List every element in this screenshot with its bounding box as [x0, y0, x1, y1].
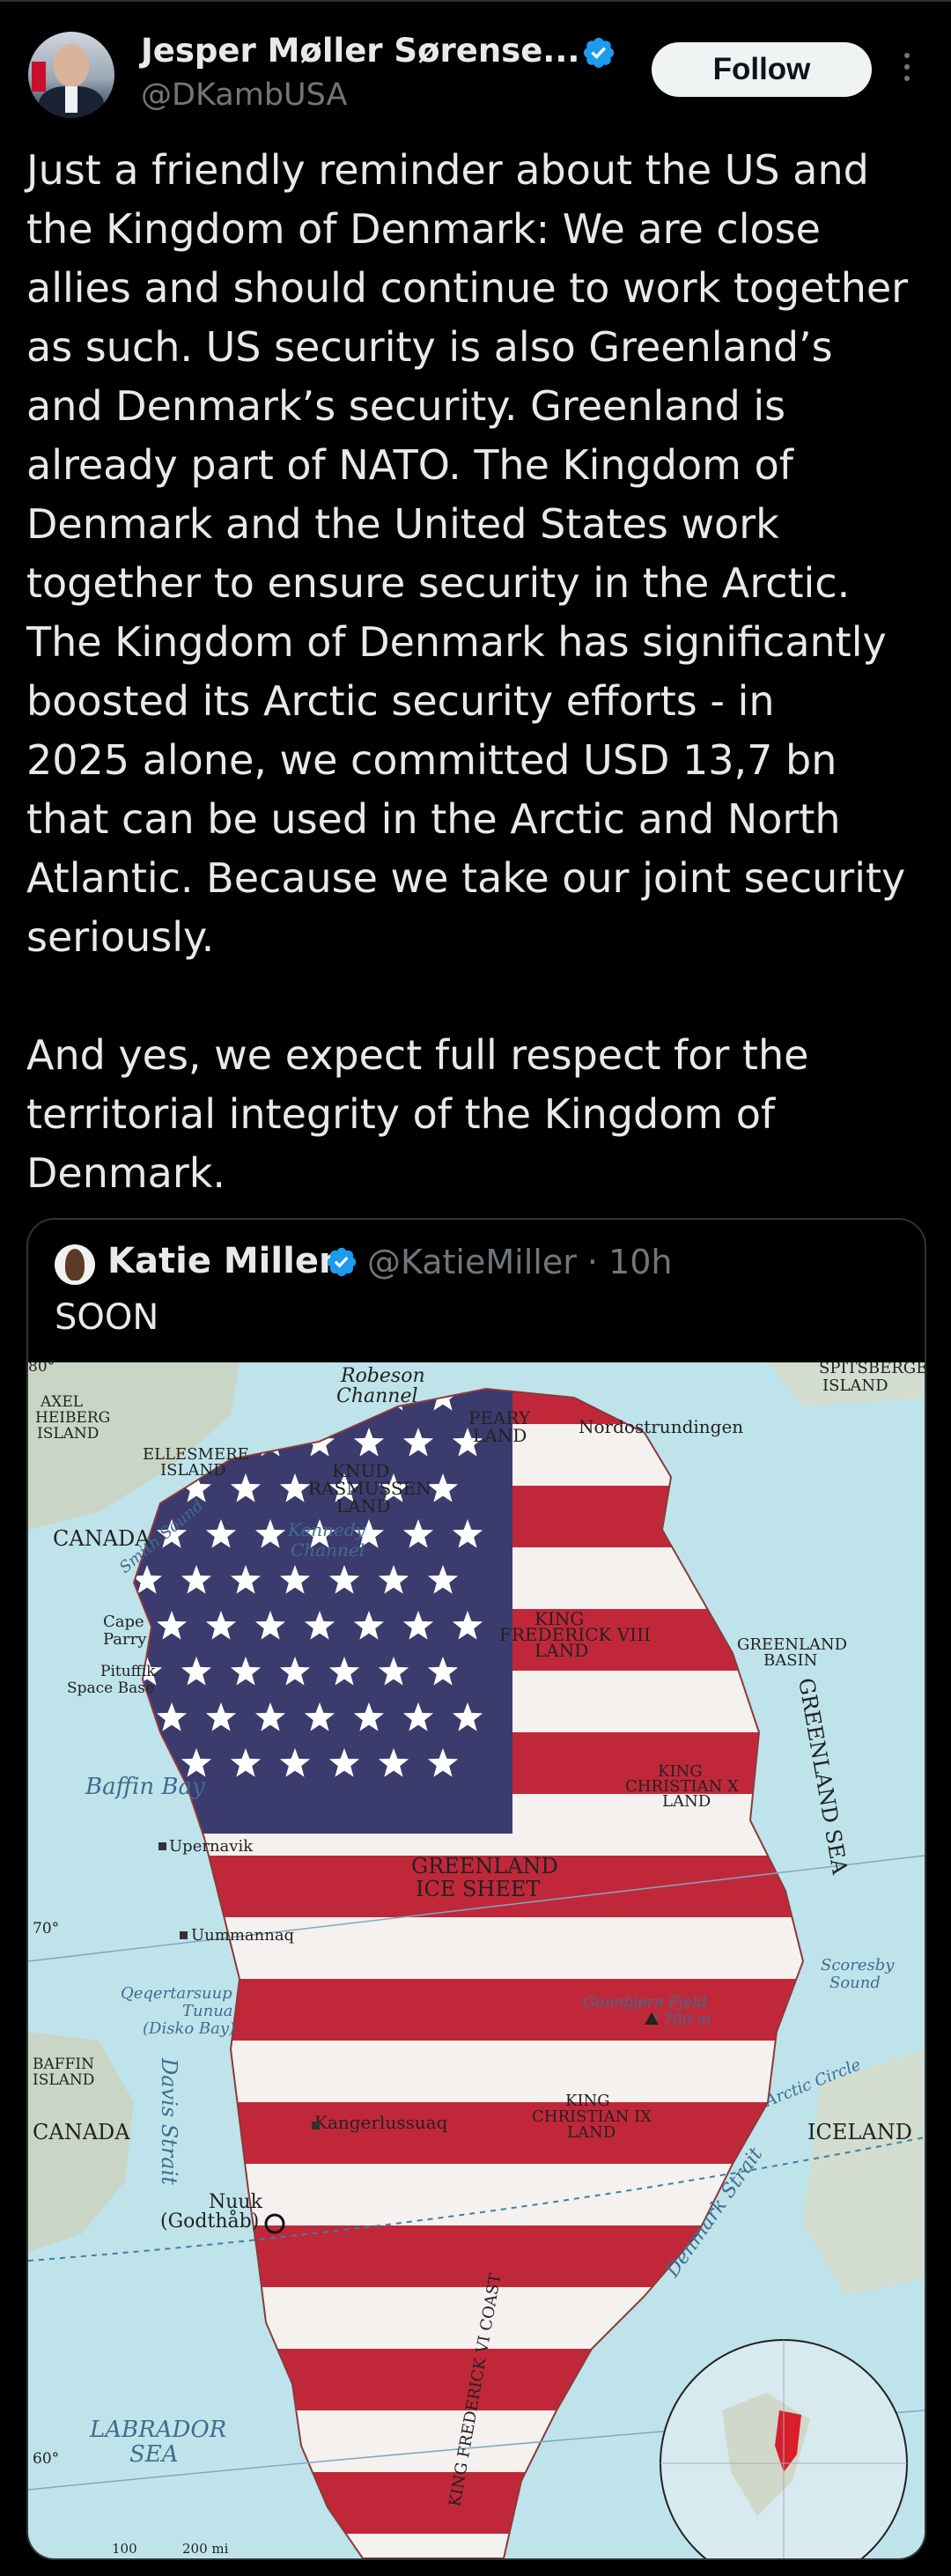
label-upernavik: Upernavik — [169, 1837, 254, 1856]
inset-globe — [660, 2339, 908, 2558]
label-gunnbjorn: Gunnbjørn Fjeld — [583, 1994, 707, 2011]
label-sound: Sound — [829, 1974, 881, 1992]
label-lat80: 80° — [28, 1362, 55, 1376]
canton-star — [134, 1748, 163, 1777]
label-greenland: GREENLAND — [411, 1854, 558, 1878]
label-spitsbergen-island: ISLAND — [822, 1377, 888, 1395]
label-robeson: Robeson — [340, 1365, 425, 1387]
label-axel: AXEL — [40, 1393, 83, 1411]
label-kennedy-channel: Channel — [291, 1539, 365, 1561]
follow-button[interactable]: Follow — [652, 42, 872, 97]
quoted-post[interactable]: Katie Miller @KatieMiller · 10h SOON Rob… — [26, 1218, 926, 2560]
kangerlussuaq-marker — [312, 2122, 320, 2129]
label-baffin-bay: Baffin Bay — [85, 1774, 205, 1800]
label-channel: Channel — [336, 1385, 418, 1407]
quote-text: SOON — [55, 1297, 159, 1338]
label-peary-land: LAND — [473, 1425, 527, 1446]
label-lat70: 70° — [33, 1920, 59, 1938]
label-gunnbjorn-height: 3 700 m — [649, 2011, 711, 2029]
canton-star — [279, 1389, 311, 1411]
label-scoresby: Scoresby — [821, 1956, 895, 1974]
top-divider — [0, 0, 951, 2]
post-text: Just a friendly reminder about the US an… — [26, 146, 909, 1197]
label-spitsbergen: SPITSBERGEN — [819, 1362, 925, 1377]
label-kangerlussuaq: Kangerlussuaq — [314, 2112, 448, 2133]
label-parry: Parry — [103, 1630, 147, 1649]
label-labrador-sea: SEA — [129, 2441, 179, 2468]
label-space-base: Space Base — [67, 1679, 154, 1697]
label-heiberg: HEIBERG — [35, 1409, 110, 1427]
label-cx-land: LAND — [662, 1792, 711, 1811]
uummannaq-marker — [180, 1931, 188, 1939]
label-cix-land: LAND — [567, 2123, 616, 2142]
label-iceland: ICELAND — [807, 2120, 912, 2144]
label-basin: BASIN — [763, 1651, 817, 1670]
label-scale-100: 100 — [112, 2541, 137, 2557]
quote-author-avatar — [55, 1244, 95, 1285]
label-baffin-island: ISLAND — [33, 2071, 94, 2089]
label-lat60: 60° — [33, 2450, 59, 2468]
label-scale-200: 200 mi — [182, 2541, 229, 2557]
label-baffin: BAFFIN — [33, 2056, 94, 2073]
label-davis-strait: Davis Strait — [157, 2057, 181, 2185]
label-heiberg-island: ISLAND — [37, 1425, 99, 1443]
label-labrador: LABRADOR — [89, 2417, 226, 2443]
label-kennedy: Kennedy — [287, 1519, 366, 1540]
label-ellesmere-island: ISLAND — [160, 1461, 226, 1480]
author-handle[interactable]: @DKambUSA — [141, 78, 347, 113]
verified-badge-icon — [583, 37, 615, 69]
label-uummannaq: Uummannaq — [191, 1926, 294, 1945]
label-rasmussen-land: LAND — [336, 1495, 390, 1517]
quote-verified-badge-icon — [327, 1247, 357, 1277]
label-tunua: Tunua — [182, 2002, 233, 2020]
label-canada-south: CANADA — [33, 2120, 130, 2144]
label-godthab: (Godthåb) — [160, 2209, 259, 2233]
label-disko-bay: (Disko Bay) — [143, 2019, 235, 2038]
greenland-flag-map-image[interactable]: Robeson Channel PEARY LAND Nordostrundin… — [28, 1362, 925, 2558]
label-ice-sheet: ICE SHEET — [416, 1877, 540, 1901]
author-name[interactable]: Jesper Møller Sørense... — [141, 32, 579, 70]
label-pituffik: Pituffik — [100, 1663, 156, 1680]
label-greenland-sea: GREENLAND SEA — [793, 1676, 852, 1877]
label-cape: Cape — [103, 1613, 144, 1631]
quote-handle-time: @KatieMiller · 10h — [367, 1243, 673, 1281]
more-options-icon[interactable] — [896, 53, 918, 88]
upernavik-marker — [158, 1842, 166, 1850]
label-fviii-land: LAND — [534, 1640, 588, 1661]
label-nordostrundingen: Nordostrundingen — [579, 1416, 743, 1437]
quote-author-name: Katie Miller — [107, 1241, 336, 1281]
author-avatar[interactable] — [28, 32, 114, 118]
label-qeqertarsuup: Qeqertarsuup — [121, 1984, 232, 2003]
